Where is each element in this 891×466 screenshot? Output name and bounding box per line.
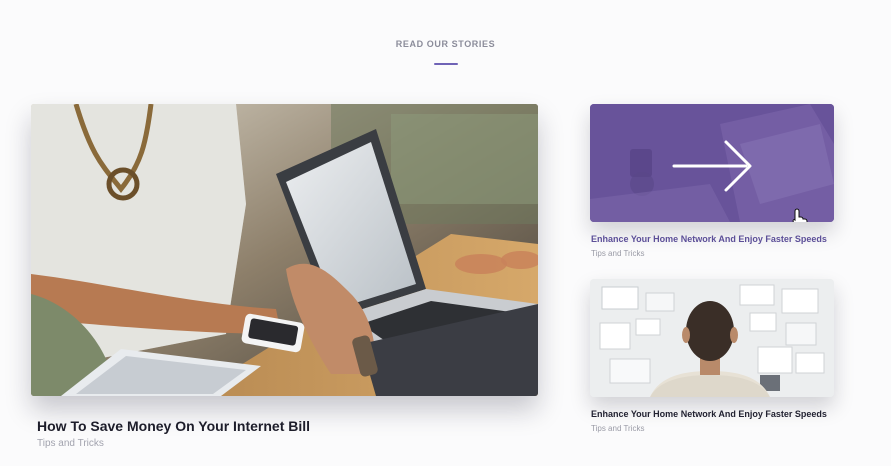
laptop-meeting-photo xyxy=(31,104,538,396)
section-title: READ OUR STORIES xyxy=(395,39,496,49)
stories-page: READ OUR STORIES How To Save Money On Yo… xyxy=(0,0,891,466)
featured-story-image[interactable] xyxy=(31,104,538,396)
man-at-wall-photo xyxy=(590,279,834,397)
hand-cursor-icon xyxy=(792,208,808,222)
story-card-1[interactable]: Enhance Your Home Network And Enjoy Fast… xyxy=(590,104,834,258)
story-card-2-title[interactable]: Enhance Your Home Network And Enjoy Fast… xyxy=(591,409,827,419)
story-card-1-category[interactable]: Tips and Tricks xyxy=(591,249,645,258)
story-card-1-image[interactable] xyxy=(590,104,834,222)
story-card-1-title[interactable]: Enhance Your Home Network And Enjoy Fast… xyxy=(591,234,827,244)
arrow-right-icon xyxy=(672,140,752,192)
featured-story-category[interactable]: Tips and Tricks xyxy=(37,438,104,449)
featured-story-title[interactable]: How To Save Money On Your Internet Bill xyxy=(37,418,310,434)
section-underline xyxy=(433,63,458,65)
story-card-2-image[interactable] xyxy=(590,279,834,397)
story-card-2[interactable]: Enhance Your Home Network And Enjoy Fast… xyxy=(590,279,834,433)
story-card-2-category[interactable]: Tips and Tricks xyxy=(591,424,645,433)
section-header: READ OUR STORIES xyxy=(0,39,891,65)
featured-story-card[interactable]: How To Save Money On Your Internet Bill … xyxy=(31,104,538,449)
